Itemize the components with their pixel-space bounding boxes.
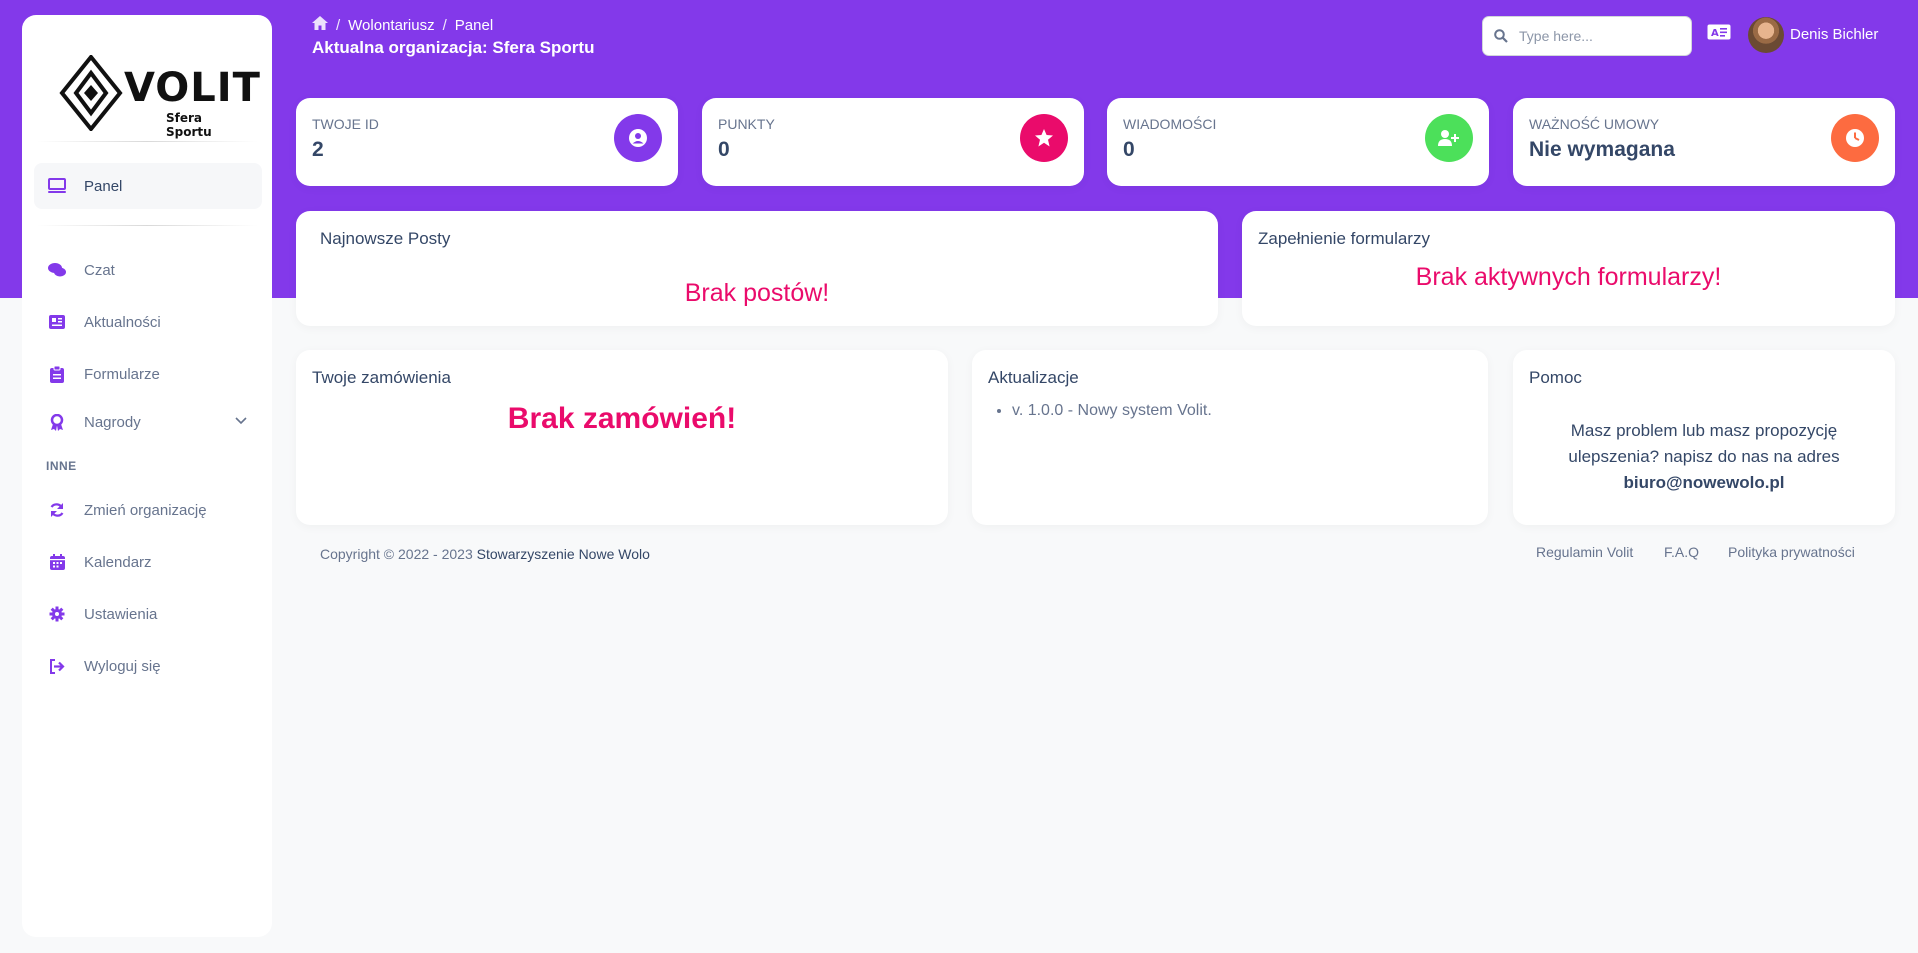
copyright-text: Copyright © 2022 - 2023 [320, 546, 473, 562]
orders-card: Twoje zamówienia Brak zamówień! [296, 350, 948, 525]
refresh-icon [46, 499, 68, 521]
chevron-down-icon[interactable] [234, 413, 248, 432]
star-icon [1020, 114, 1068, 162]
posts-card: Najnowsze Posty Brak postów! [296, 211, 1218, 326]
sidebar-item-zmien-organizacje[interactable]: Zmień organizację [34, 487, 262, 533]
stat-value: Nie wymagana [1529, 138, 1675, 161]
sidebar: VOLIT Sfera Sportu Panel Czat Aktualnośc… [22, 15, 272, 937]
stat-value: 2 [312, 138, 324, 161]
sidebar-divider [36, 141, 258, 142]
logo-diamond-icon [59, 55, 123, 131]
sidebar-item-label: Wyloguj się [84, 657, 161, 675]
stat-card-id: TWOJE ID 2 [296, 98, 678, 186]
breadcrumb-separator: / [442, 16, 447, 34]
breadcrumb-item[interactable]: Wolontariusz [348, 17, 434, 34]
sidebar-item-czat[interactable]: Czat [34, 247, 262, 293]
stat-card-points: PUNKTY 0 [702, 98, 1084, 186]
card-title: Pomoc [1529, 368, 1582, 387]
stat-card-contract: WAŻNOŚĆ UMOWY Nie wymagana [1513, 98, 1895, 186]
updates-list: v. 1.0.0 - Nowy system Volit. [1012, 402, 1212, 420]
sidebar-item-label: Formularze [84, 365, 160, 383]
stat-value: 0 [1123, 138, 1135, 161]
award-icon [46, 411, 68, 433]
home-icon[interactable] [312, 16, 328, 34]
sidebar-item-label: Panel [84, 177, 123, 195]
help-email[interactable]: biuro@nowewolo.pl [1623, 473, 1784, 492]
sidebar-item-formularze[interactable]: Formularze [34, 351, 262, 397]
user-plus-icon [1425, 114, 1473, 162]
breadcrumb-current: Panel [454, 16, 494, 34]
sidebar-divider [36, 225, 258, 226]
breadcrumb: / Wolontariusz / Panel [312, 16, 493, 34]
sidebar-item-label: Kalendarz [84, 553, 152, 571]
newspaper-icon [46, 311, 68, 333]
footer-link-regulamin[interactable]: Regulamin Volit [1536, 544, 1633, 560]
stat-value: 0 [718, 138, 730, 161]
gear-icon [46, 603, 68, 625]
logout-icon [46, 655, 68, 677]
footer-copyright: Copyright © 2022 - 2023 Stowarzyszenie N… [320, 546, 650, 562]
language-icon[interactable]: A [1707, 24, 1731, 45]
card-title: Twoje zamówienia [312, 368, 451, 387]
sidebar-item-label: Czat [84, 261, 115, 279]
footer-org-link[interactable]: Stowarzyszenie Nowe Wolo [477, 546, 650, 562]
card-title: Najnowsze Posty [320, 229, 451, 248]
sidebar-item-label: Nagrody [84, 413, 141, 431]
search-bar[interactable] [1482, 16, 1692, 56]
empty-message: Brak aktywnych formularzy! [1415, 263, 1722, 291]
sidebar-item-label: Aktualności [84, 313, 161, 331]
clipboard-icon [46, 363, 68, 385]
avatar[interactable] [1748, 17, 1784, 53]
empty-message: Brak postów! [684, 279, 830, 307]
search-input[interactable] [1519, 28, 1679, 44]
sidebar-item-panel[interactable]: Panel [34, 163, 262, 209]
sidebar-item-label: Ustawienia [84, 605, 158, 623]
updates-card: Aktualizacje v. 1.0.0 - Nowy system Voli… [972, 350, 1488, 525]
empty-message: Brak zamówień! [507, 402, 737, 435]
user-name[interactable]: Denis Bichler [1790, 26, 1878, 43]
stat-label: WIADOMOŚCI [1123, 116, 1217, 132]
help-message: Masz problem lub masz propozycję ulepsze… [1568, 421, 1840, 466]
chat-icon [46, 259, 68, 281]
card-title: Aktualizacje [988, 368, 1079, 387]
sidebar-item-nagrody[interactable]: Nagrody [34, 399, 262, 445]
svg-text:A: A [1711, 28, 1719, 39]
volit-logo[interactable]: VOLIT Sfera Sportu [58, 45, 260, 139]
card-title: Zapełnienie formularzy [1258, 229, 1430, 248]
stat-label: TWOJE ID [312, 116, 379, 132]
footer-link-privacy[interactable]: Polityka prywatności [1728, 544, 1855, 560]
sidebar-item-aktualnosci[interactable]: Aktualności [34, 299, 262, 345]
stat-card-messages: WIADOMOŚCI 0 [1107, 98, 1489, 186]
forms-card: Zapełnienie formularzy Brak aktywnych fo… [1242, 211, 1895, 326]
calendar-icon [46, 551, 68, 573]
page-title: Aktualna organizacja: Sfera Sportu [312, 38, 595, 57]
sidebar-item-wyloguj[interactable]: Wyloguj się [34, 643, 262, 689]
sidebar-item-label: Zmień organizację [84, 501, 207, 519]
monitor-icon [46, 175, 68, 197]
sidebar-section-label: INNE [46, 459, 77, 473]
sidebar-item-kalendarz[interactable]: Kalendarz [34, 539, 262, 585]
help-text: Masz problem lub masz propozycję ulepsze… [1533, 418, 1875, 496]
user-circle-icon [614, 114, 662, 162]
footer-link-faq[interactable]: F.A.Q [1664, 544, 1699, 560]
stat-label: PUNKTY [718, 116, 775, 132]
search-icon [1483, 29, 1519, 43]
breadcrumb-separator: / [336, 16, 341, 34]
list-item: v. 1.0.0 - Nowy system Volit. [1012, 402, 1212, 420]
logo-word: VOLIT [124, 65, 261, 111]
clock-icon [1831, 114, 1879, 162]
sidebar-item-ustawienia[interactable]: Ustawienia [34, 591, 262, 637]
help-card: Pomoc Masz problem lub masz propozycję u… [1513, 350, 1895, 525]
stat-label: WAŻNOŚĆ UMOWY [1529, 116, 1660, 132]
logo-subtitle: Sfera Sportu [166, 111, 212, 139]
